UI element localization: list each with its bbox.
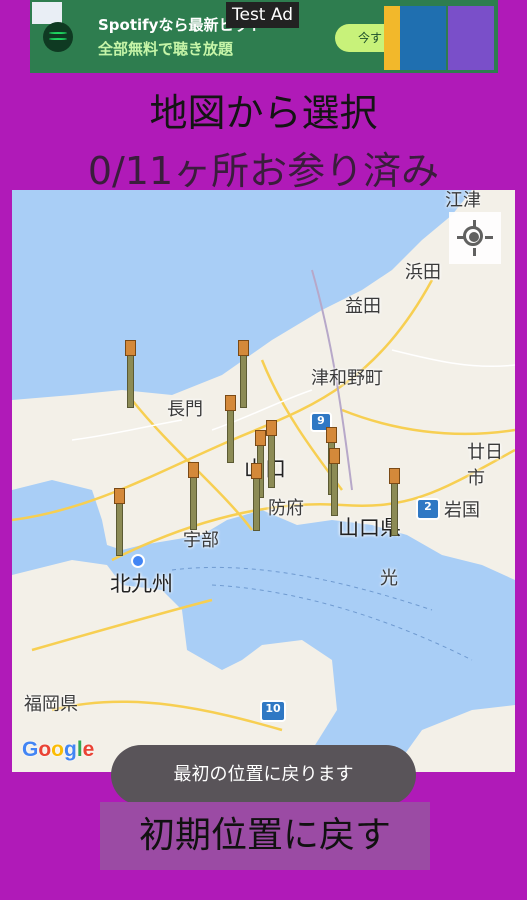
- my-location-button[interactable]: [449, 212, 501, 264]
- temple-pin[interactable]: [114, 488, 125, 556]
- temple-pin[interactable]: [329, 448, 340, 516]
- spotify-logo-icon: [43, 22, 73, 52]
- place-nagato: 長門: [167, 399, 203, 420]
- reset-position-button[interactable]: 初期位置に戻す: [100, 802, 430, 870]
- route-2-shield: 2: [416, 498, 440, 520]
- google-logo: Google: [22, 738, 95, 761]
- adchoices-icon[interactable]: [32, 2, 62, 24]
- place-goutsu: 江津: [445, 190, 481, 211]
- place-hamada: 浜田: [405, 262, 441, 283]
- ad-tile-3: [448, 6, 494, 70]
- ad-banner[interactable]: Spotifyなら最新ヒット 全部無料で聴き放題 今すぐ聴く Test Ad: [30, 0, 498, 73]
- toast-message: 最初の位置に戻ります: [111, 745, 416, 805]
- temple-pin[interactable]: [125, 340, 136, 408]
- temple-pin[interactable]: [389, 468, 400, 536]
- temple-pin[interactable]: [251, 463, 262, 531]
- place-hofu: 防府: [268, 498, 304, 519]
- place-iwakuni: 岩国: [444, 500, 480, 521]
- ad-subline: 全部無料で聴き放題: [98, 40, 234, 58]
- place-kitakyushu: 北九州: [110, 572, 173, 596]
- place-fukuoka-ken: 福岡県: [24, 694, 78, 715]
- visit-progress: 0/11ヶ所お参り済み: [87, 149, 440, 193]
- place-ube: 宇部: [183, 530, 219, 551]
- temple-pin[interactable]: [238, 340, 249, 408]
- ad-tile-2: [400, 6, 446, 70]
- temple-pin[interactable]: [188, 462, 199, 530]
- place-tsuwano: 津和野町: [311, 368, 383, 389]
- temple-pin[interactable]: [225, 395, 236, 463]
- place-hatsukaichi: 廿日市: [467, 442, 503, 489]
- route-10-shield: 10: [260, 700, 286, 722]
- map-view[interactable]: 江津 浜田 益田 津和野町 長門 山口 防府 山口県 廿日市 岩国 宇部 光 北…: [12, 190, 515, 772]
- place-masuda: 益田: [345, 296, 381, 317]
- page-title: 地図から選択: [149, 91, 378, 135]
- test-ad-badge: Test Ad: [226, 2, 300, 28]
- place-hikari: 光: [380, 568, 398, 589]
- temple-pin[interactable]: [266, 420, 277, 488]
